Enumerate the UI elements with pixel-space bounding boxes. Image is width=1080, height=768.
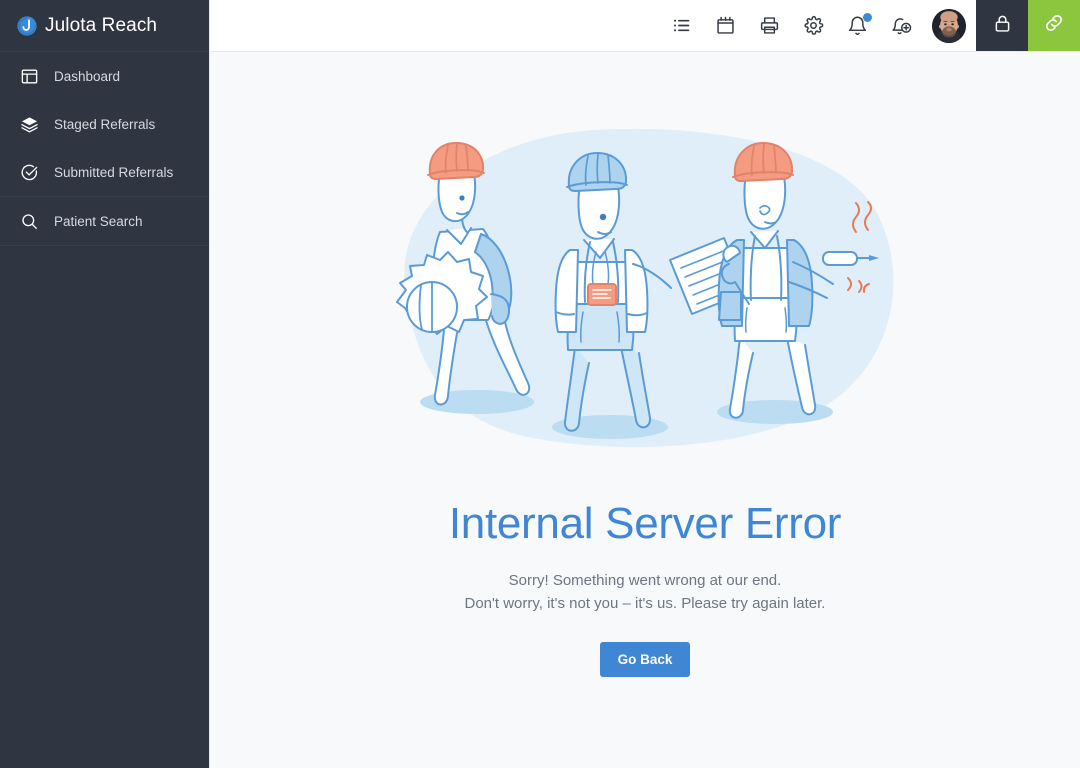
sidebar-item-label: Staged Referrals — [54, 116, 156, 132]
topbar — [210, 0, 1080, 52]
link-icon — [1043, 12, 1065, 39]
julota-circle-j-logo-icon — [16, 15, 38, 37]
error-content: Internal Server Error Sorry! Something w… — [210, 52, 1080, 768]
sidebar-nav: Dashboard Staged Referrals Submitted Ref… — [0, 52, 209, 246]
link-button[interactable] — [1028, 0, 1080, 51]
topbar-icon-group — [668, 0, 976, 51]
go-back-button[interactable]: Go Back — [599, 642, 691, 677]
sidebar-item-label: Patient Search — [54, 213, 143, 229]
error-description-line-2: Don't worry, it's not you – it's us. Ple… — [464, 595, 826, 612]
app-root: Julota Reach Dashboard Staged Referrals … — [0, 0, 1080, 768]
gear-icon[interactable] — [800, 13, 826, 39]
sidebar-divider — [0, 245, 209, 246]
sidebar: Julota Reach Dashboard Staged Referrals … — [0, 0, 210, 768]
lock-icon — [992, 13, 1013, 39]
lock-button[interactable] — [976, 0, 1028, 51]
layers-icon — [18, 113, 40, 135]
user-avatar[interactable] — [932, 8, 966, 43]
main-area: Internal Server Error Sorry! Something w… — [210, 0, 1080, 768]
printer-icon[interactable] — [756, 13, 782, 39]
page-title: Internal Server Error — [448, 499, 842, 548]
sidebar-item-patient-search[interactable]: Patient Search — [0, 197, 209, 245]
dashboard-layout-icon — [18, 65, 40, 87]
sidebar-item-label: Submitted Referrals — [54, 164, 174, 180]
error-description: Sorry! Something went wrong at our end. … — [465, 569, 826, 615]
sidebar-item-submitted-referrals[interactable]: Submitted Referrals — [0, 148, 209, 196]
bell-icon[interactable] — [844, 12, 872, 39]
three-workers-maintenance-illustration — [385, 112, 905, 457]
calendar-icon[interactable] — [712, 13, 738, 39]
sidebar-item-label: Dashboard — [54, 68, 121, 84]
list-icon[interactable] — [668, 13, 694, 39]
check-circle-icon — [18, 161, 40, 183]
sidebar-item-staged-referrals[interactable]: Staged Referrals — [0, 100, 209, 148]
notification-badge — [863, 12, 872, 22]
brand-title: Julota Reach — [45, 14, 158, 36]
search-icon — [18, 210, 40, 232]
sidebar-item-dashboard[interactable]: Dashboard — [0, 52, 209, 100]
brand[interactable]: Julota Reach — [0, 0, 209, 52]
error-description-line-1: Sorry! Something went wrong at our end. — [508, 572, 782, 589]
bell-plus-icon[interactable] — [888, 13, 914, 39]
